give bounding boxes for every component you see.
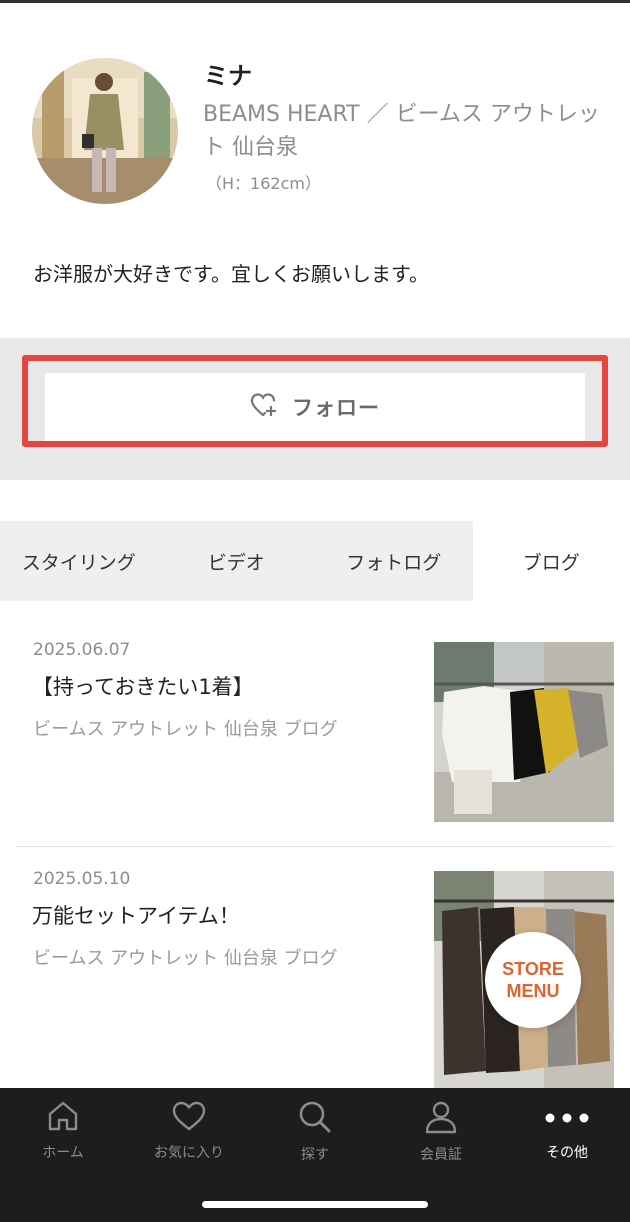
follow-label: フォロー: [292, 396, 380, 420]
tab-photolog[interactable]: フォトログ: [315, 521, 473, 601]
blog-title: 【持っておきたい1着】: [32, 675, 254, 699]
more-icon: [542, 1100, 592, 1136]
search-icon: [298, 1100, 332, 1138]
tab-video[interactable]: ビデオ: [158, 521, 316, 601]
follow-area: フォロー: [0, 338, 630, 480]
nav-more-label: その他: [546, 1145, 588, 1161]
profile-shop: BEAMS HEART ／ ビームス アウトレット 仙台泉: [203, 102, 600, 160]
heart-icon: [171, 1100, 207, 1136]
store-menu-line2: MENU: [506, 981, 560, 1001]
store-menu-button[interactable]: STORE MENU: [485, 932, 581, 1028]
home-icon: [46, 1100, 80, 1136]
blog-title: 万能セットアイテム！: [32, 904, 240, 928]
nav-member-card[interactable]: 会員証: [378, 1100, 504, 1164]
profile-section: ミナ BEAMS HEART ／ ビームス アウトレット 仙台泉 （H：162c…: [0, 8, 630, 338]
avatar[interactable]: [32, 58, 178, 204]
blog-thumbnail: [434, 642, 614, 822]
nav-member-card-label: 会員証: [420, 1147, 462, 1163]
list-item[interactable]: 2025.06.07 【持っておきたい1着】 ビームス アウトレット 仙台泉 ブ…: [16, 640, 614, 826]
nav-favorites-label: お気に入り: [154, 1145, 224, 1161]
nav-home[interactable]: ホーム: [0, 1100, 126, 1164]
blog-date: 2025.06.07: [33, 640, 131, 660]
person-icon: [424, 1100, 458, 1138]
home-indicator: [202, 1201, 428, 1208]
profile-bio: お洋服が大好きです。宜しくお願いします。: [33, 262, 429, 286]
nav-search[interactable]: 探す: [252, 1100, 378, 1164]
content-tabs: スタイリング ビデオ フォトログ ブログ: [0, 521, 630, 601]
blog-shop: ビームス アウトレット 仙台泉 ブログ: [33, 719, 338, 740]
nav-home-label: ホーム: [42, 1145, 84, 1161]
store-menu-line1: STORE: [502, 959, 564, 979]
top-border: [0, 0, 630, 8]
blog-date: 2025.05.10: [33, 869, 131, 889]
tab-styling[interactable]: スタイリング: [0, 521, 158, 601]
nav-more[interactable]: その他: [504, 1100, 630, 1164]
heart-plus-icon: [250, 392, 278, 422]
profile-height: （H：162cm）: [206, 174, 321, 193]
blog-shop: ビームス アウトレット 仙台泉 ブログ: [33, 948, 338, 969]
profile-name: ミナ: [204, 62, 252, 90]
tab-blog[interactable]: ブログ: [472, 521, 630, 601]
nav-favorites[interactable]: お気に入り: [126, 1100, 252, 1164]
list-divider: [16, 846, 614, 847]
follow-button[interactable]: フォロー: [45, 373, 585, 441]
nav-search-label: 探す: [301, 1147, 329, 1163]
